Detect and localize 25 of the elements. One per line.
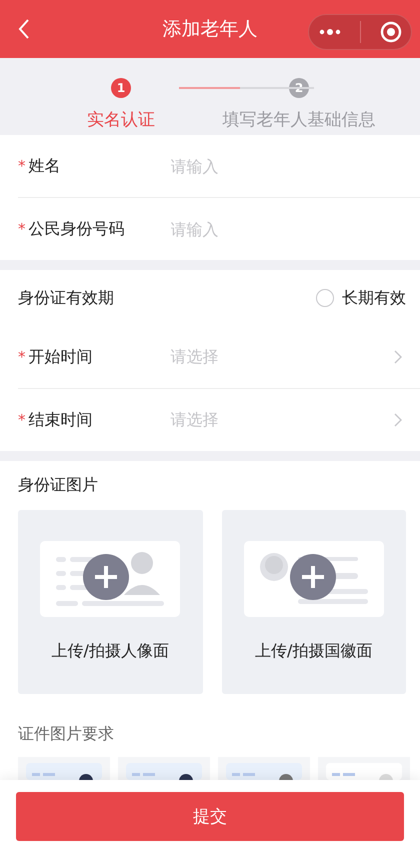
chevron-icon — [394, 413, 402, 427]
required-mark: * — [18, 411, 26, 429]
radio-button[interactable] — [316, 289, 334, 307]
close-icon[interactable] — [380, 21, 402, 43]
page-title: 添加老年人 — [162, 17, 258, 42]
long-term-option[interactable]: 长期有效 — [316, 288, 406, 308]
required-mark: * — [18, 157, 26, 175]
field-label: 开始时间 — [28, 346, 94, 368]
field-label: 公民身份号码 — [28, 218, 126, 240]
field-label: 姓名 — [28, 156, 62, 176]
section-label: 身份证有效期 — [18, 288, 114, 308]
required-mark: * — [18, 348, 26, 366]
more-icon[interactable] — [318, 28, 342, 36]
chevron-icon — [394, 350, 402, 364]
upload-card[interactable]: 上传/拍摄国徽面 — [222, 510, 406, 694]
back-icon[interactable] — [18, 18, 30, 40]
section-title: 证件图片要求 — [18, 724, 115, 745]
step-label: 实名认证 — [87, 109, 155, 131]
section-title: 身份证图片 — [18, 475, 99, 496]
upload-card[interactable]: 上传/拍摄人像面 — [18, 510, 202, 694]
submit-button[interactable]: 提交 — [16, 792, 404, 841]
required-mark: * — [18, 220, 26, 238]
field-label: 结束时间 — [28, 410, 94, 430]
step-number: 1 — [111, 78, 131, 98]
step-label: 填写老年人基础信息 — [222, 109, 376, 131]
